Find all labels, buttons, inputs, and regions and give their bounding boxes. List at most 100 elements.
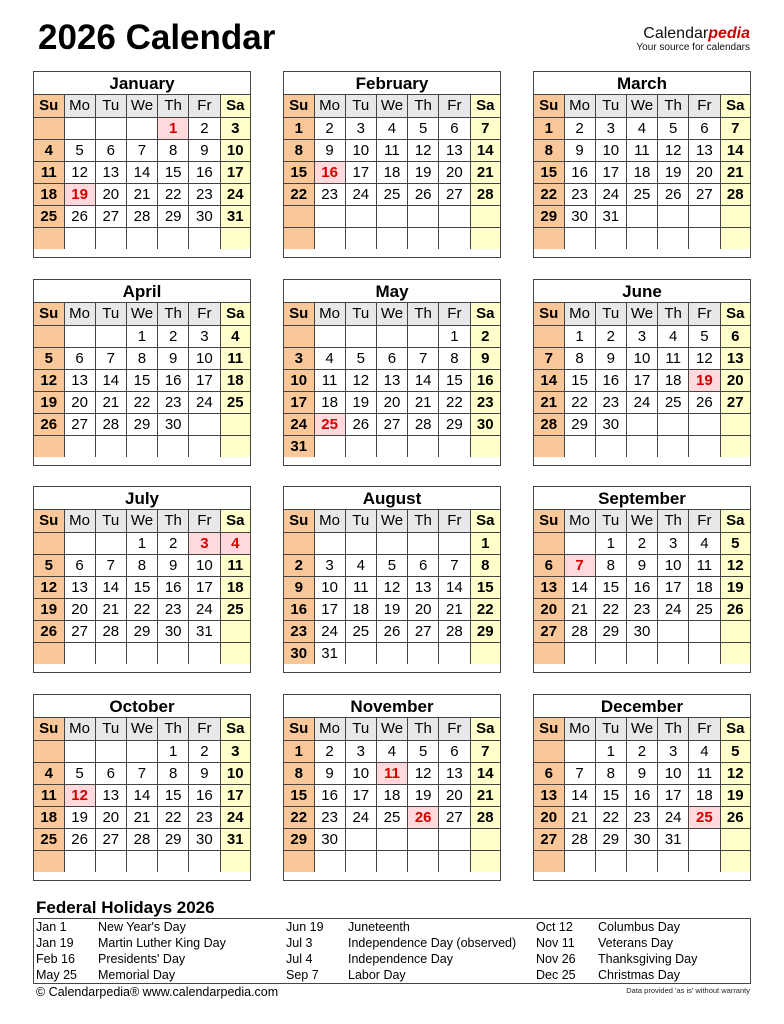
day-cell: 29 xyxy=(284,827,315,851)
day-cell: 17 xyxy=(657,783,690,807)
day-cell: 20 xyxy=(407,597,440,621)
weekday-label: Fr xyxy=(188,510,221,533)
empty-day-cell xyxy=(407,434,440,457)
empty-day-cell xyxy=(94,531,127,555)
day-cell: 1 xyxy=(438,324,471,348)
day-cell: 21 xyxy=(94,390,127,414)
day-cell: 27 xyxy=(407,619,440,643)
day-cell: 16 xyxy=(563,160,596,184)
day-cell: 11 xyxy=(219,346,250,370)
brand-name: Calendarpedia xyxy=(636,25,750,42)
day-cell: 21 xyxy=(407,390,440,414)
day-cell: 17 xyxy=(313,597,346,621)
month-grid: Su Mo Tu We Th Fr Sa 1 2 3 4 5 6 7 8 9 10 11 12 13 14 15 16 17 1… xyxy=(534,718,750,872)
month-october: October Su Mo Tu We Th Fr Sa 1 2 3 4 5 6 7 8 9 10 11 12 13 14… xyxy=(33,694,251,881)
weekday-label: We xyxy=(125,303,159,326)
day-cell: 27 xyxy=(63,412,96,436)
week-row: 6 7 8 9 10 11 12 xyxy=(534,553,750,577)
day-cell: 11 xyxy=(219,553,250,577)
day-cell: 29 xyxy=(157,204,190,228)
day-cell: 18 xyxy=(313,390,346,414)
weekday-label: We xyxy=(625,510,659,533)
week-row: 20 21 22 23 24 25 26 xyxy=(534,805,750,829)
weekday-label: Th xyxy=(657,95,690,118)
day-cell: 19 xyxy=(657,160,690,184)
day-cell: 8 xyxy=(563,346,596,370)
weekday-label: Mo xyxy=(63,510,96,533)
empty-day-cell xyxy=(534,434,565,457)
empty-day-cell xyxy=(284,324,315,348)
empty-day-cell xyxy=(94,641,127,664)
day-cell: 3 xyxy=(657,531,690,555)
day-cell: 26 xyxy=(344,412,377,436)
day-cell: 5 xyxy=(407,116,440,140)
empty-day-cell xyxy=(125,434,159,457)
week-row: 25 26 27 28 29 30 31 xyxy=(34,827,250,851)
empty-day-cell xyxy=(313,204,346,228)
month-name: March xyxy=(534,72,750,95)
day-cell: 28 xyxy=(125,204,159,228)
empty-day-cell xyxy=(438,434,471,457)
day-cell: 16 xyxy=(625,575,659,599)
day-cell: 9 xyxy=(625,553,659,577)
day-cell: 20 xyxy=(438,160,471,184)
day-cell: 8 xyxy=(469,553,500,577)
empty-day-cell xyxy=(657,849,690,872)
empty-day-cell xyxy=(594,849,627,872)
week-row: 30 31 xyxy=(284,641,500,664)
day-cell: 28 xyxy=(534,412,565,436)
empty-day-cell xyxy=(563,226,596,249)
day-cell: 14 xyxy=(469,138,500,162)
empty-day-cell xyxy=(284,849,315,872)
day-cell: 12 xyxy=(407,138,440,162)
day-cell: 30 xyxy=(157,412,190,436)
day-cell: 2 xyxy=(625,531,659,555)
day-cell: 24 xyxy=(657,597,690,621)
day-cell: 29 xyxy=(125,412,159,436)
month-name: October xyxy=(34,695,250,718)
day-cell: 12 xyxy=(688,346,721,370)
month-name: May xyxy=(284,280,500,303)
month-name: September xyxy=(534,487,750,510)
weekday-label: Th xyxy=(157,718,190,741)
empty-day-cell xyxy=(375,827,409,851)
day-cell: 4 xyxy=(34,138,65,162)
day-cell: 24 xyxy=(219,182,250,206)
day-cell: 14 xyxy=(125,783,159,807)
day-cell: 24 xyxy=(657,805,690,829)
week-row: 19 20 21 22 23 24 25 xyxy=(34,597,250,621)
holiday-day-cell: 3 xyxy=(188,531,221,555)
holiday-date: Feb 16 xyxy=(36,952,75,966)
month-february: February Su Mo Tu We Th Fr Sa 1 2 3 4 5 6 7 8 9 10 11 12 13 1… xyxy=(283,71,501,258)
day-cell: 22 xyxy=(534,182,565,206)
day-cell: 14 xyxy=(563,575,596,599)
weekday-label: Fr xyxy=(188,303,221,326)
day-cell: 28 xyxy=(438,619,471,643)
weekday-label: Th xyxy=(657,303,690,326)
brand-logo[interactable]: Calendarpedia Your source for calendars xyxy=(636,25,750,53)
weekday-label: Fr xyxy=(688,95,721,118)
day-cell: 21 xyxy=(534,390,565,414)
day-cell: 17 xyxy=(219,160,250,184)
day-cell: 8 xyxy=(125,346,159,370)
day-cell: 22 xyxy=(125,390,159,414)
day-cell: 1 xyxy=(284,739,315,763)
empty-day-cell xyxy=(375,324,409,348)
day-cell: 16 xyxy=(284,597,315,621)
empty-day-cell xyxy=(375,226,409,249)
weekday-label: Tu xyxy=(594,303,627,326)
week-row: 23 24 25 26 27 28 29 xyxy=(284,619,500,643)
weekday-label: Su xyxy=(534,95,565,118)
empty-day-cell xyxy=(344,641,377,664)
day-cell: 10 xyxy=(313,575,346,599)
week-row xyxy=(34,641,250,664)
empty-day-cell xyxy=(157,849,190,872)
holiday-day-cell: 26 xyxy=(407,805,440,829)
day-cell: 20 xyxy=(534,805,565,829)
empty-day-cell xyxy=(157,226,190,249)
empty-day-cell xyxy=(563,641,596,664)
day-cell: 18 xyxy=(344,597,377,621)
holiday-day-cell: 7 xyxy=(563,553,596,577)
month-grid: Su Mo Tu We Th Fr Sa 1 2 3 4 5 6 7 8 9 10 11 12 13 14 15 16 17 1… xyxy=(534,95,750,249)
weekday-label: Fr xyxy=(188,718,221,741)
